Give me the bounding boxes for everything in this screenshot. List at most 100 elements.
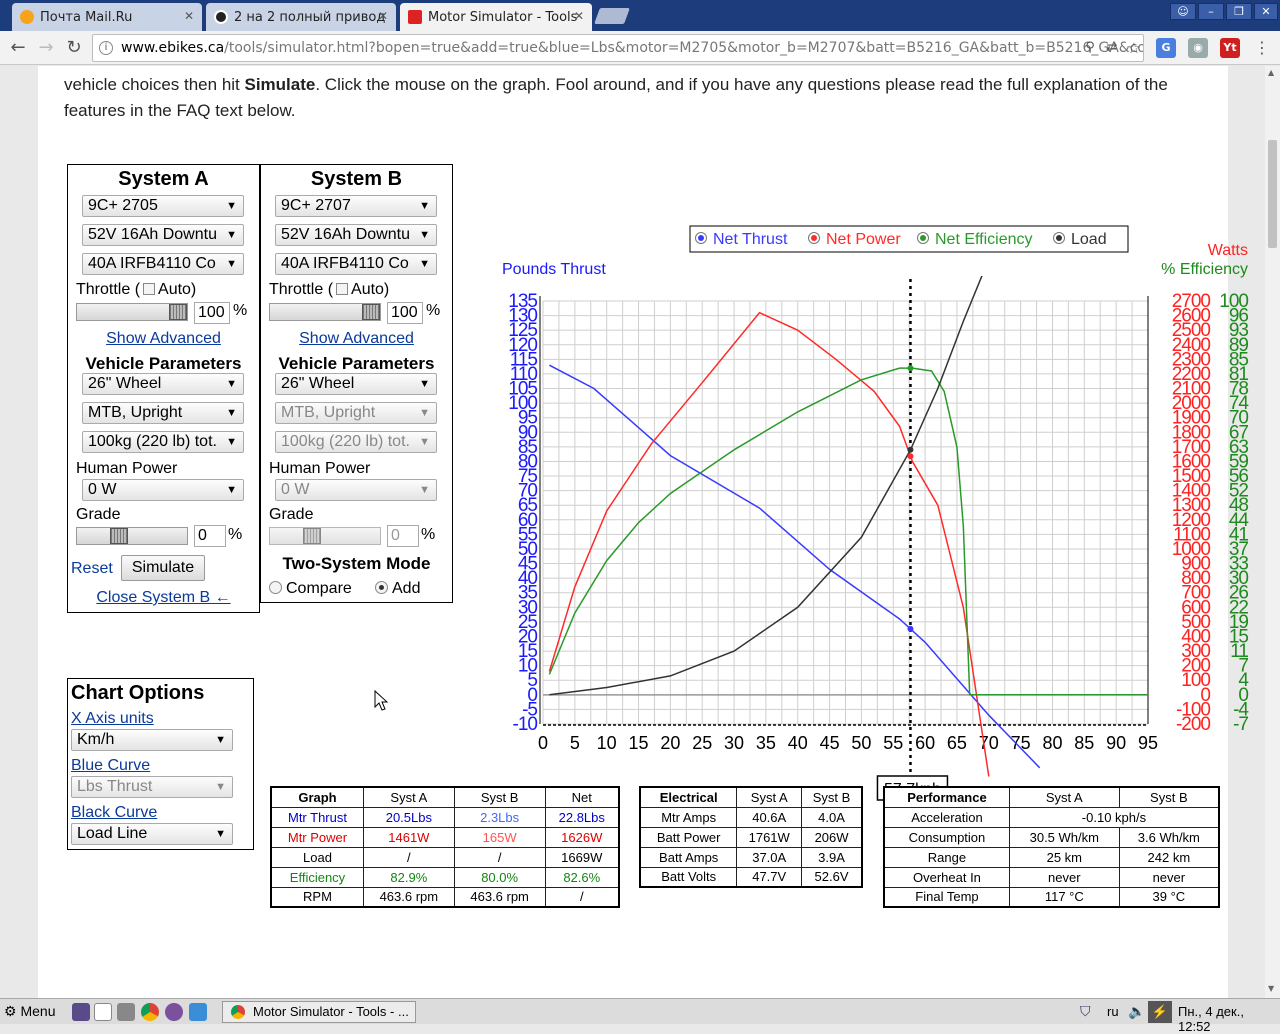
system-a-title: System A [118,168,209,190]
mass-select[interactable]: 100kg (220 lb) tot. [82,431,244,453]
grade-input[interactable]: 0 [194,525,226,547]
table-row: Acceleration -0.10 kph/s [883,806,1220,828]
battery-select[interactable]: 52V 16Ah Downtu [275,224,437,246]
info-icon[interactable]: i [99,41,113,55]
slider-handle[interactable] [169,304,187,320]
minimize-button[interactable]: – [1198,3,1224,20]
youtube-extension-icon[interactable]: Yt [1220,38,1240,58]
maximize-button[interactable]: ❐ [1226,3,1252,20]
camera-icon[interactable] [117,1003,135,1021]
grade-slider[interactable] [76,527,188,545]
human-power-select[interactable]: 0 W [82,479,244,501]
x-tick-label: 55 [883,733,903,753]
page-viewport: vehicle choices then hit Simulate. Click… [0,66,1265,998]
show-advanced-link[interactable]: Show Advanced [68,330,259,348]
syst-b-cell: 80.0% [453,866,546,888]
black-curve-select[interactable]: Load Line [71,823,233,845]
shield-icon[interactable]: ⛉ [1080,1003,1091,1020]
table-cell: 206W [801,826,863,848]
throttle-slider[interactable] [76,303,188,321]
wheel-select[interactable]: 26" Wheel [82,373,244,395]
viber-icon[interactable] [165,1003,183,1021]
app-icon[interactable] [189,1003,207,1021]
table-cell: Batt Volts [639,866,738,888]
extension-icon[interactable]: ◉ [1188,38,1208,58]
forward-icon[interactable]: → [34,36,58,60]
table-cell: never [1008,866,1120,888]
chart-options-panel: Chart Options X Axis units Km/h Blue Cur… [67,678,254,850]
black-curve-label[interactable]: Black Curve [71,804,157,822]
google-translate-icon[interactable]: G [1156,38,1176,58]
throttle-input[interactable]: 100 [387,302,423,324]
controller-select[interactable]: 40A IRFB4110 Co [82,253,244,275]
syst-a-cell: 463.6 rpm [362,886,455,908]
human-power-label: Human Power [76,460,178,477]
x-tick-label: 30 [724,733,744,753]
auto-checkbox[interactable] [336,283,349,295]
x-tick-label: 15 [629,733,649,753]
battery-select[interactable]: 52V 16Ah Downtu [82,224,244,246]
slider-handle[interactable] [110,528,128,544]
vehicle-type-select[interactable]: MTB, Upright [82,402,244,424]
chrome-icon[interactable] [141,1003,159,1021]
radio-button[interactable] [375,581,388,594]
network-icon[interactable]: ⚡ [1148,1001,1172,1023]
file-manager-icon[interactable] [72,1003,90,1021]
table-header: Syst B [1118,786,1220,808]
reload-icon[interactable]: ↻ [62,36,86,60]
tab-mail-ru[interactable]: Почта Mail.Ru ✕ [12,3,202,31]
address-bar[interactable]: i www.ebikes.ca/tools/simulator.html?bop… [92,34,1144,62]
slider-handle[interactable] [362,304,380,320]
row-label: Efficiency [270,866,364,888]
new-tab-button[interactable] [594,8,630,24]
table-cell: Final Temp [883,886,1010,908]
window-close-button[interactable]: ✕ [1254,3,1278,20]
simulator-chart[interactable]: -10-505101520253035404550556065707580859… [498,216,1258,806]
tab-2x2[interactable]: 2 на 2 полный привод ✕ [206,3,396,31]
close-system-b-link[interactable]: Close System B ← [68,589,259,607]
x-tick-label: 20 [660,733,680,753]
profile-icon[interactable]: ☺ [1170,3,1196,20]
compare-radio[interactable]: Compare [269,580,352,598]
controller-select[interactable]: 40A IRFB4110 Co [275,253,437,275]
throttle-input[interactable]: 100 [194,302,230,324]
start-menu-button[interactable]: ⚙ Menu [4,1003,55,1020]
show-advanced-link[interactable]: Show Advanced [261,330,452,348]
scroll-up-icon[interactable]: ▲ [1268,68,1274,77]
scrollbar-thumb[interactable] [1268,140,1277,248]
close-icon[interactable]: ✕ [184,9,194,23]
net-cell: 1626W [544,826,620,848]
table-cell: Consumption [883,826,1010,848]
translate-icon[interactable]: ⇄ [1104,40,1120,56]
motor-select[interactable]: 9C+ 2707 [275,195,437,217]
x-tick-label: 5 [570,733,580,753]
menu-dots-icon[interactable]: ⋮ [1254,40,1270,56]
table-cell: 40.6A [736,806,803,828]
scroll-down-icon[interactable]: ▼ [1268,984,1274,993]
back-icon[interactable]: ← [6,36,30,60]
bookmark-star-icon[interactable]: ☆ [1126,40,1142,56]
close-icon[interactable]: ✕ [574,9,584,23]
throttle-slider[interactable] [269,303,381,321]
x-axis-units-select[interactable]: Km/h [71,729,233,751]
motor-select[interactable]: 9C+ 2705 [82,195,244,217]
wheel-select[interactable]: 26" Wheel [275,373,437,395]
close-icon[interactable]: ✕ [378,9,388,23]
taskbar-window-button[interactable]: Motor Simulator - Tools - ... [222,1001,416,1023]
auto-checkbox[interactable] [143,283,156,295]
blue-curve-label[interactable]: Blue Curve [71,757,150,775]
vertical-scrollbar[interactable]: ▲ ▼ [1265,66,1280,998]
system-b-panel: System B 9C+ 2707 52V 16Ah Downtu 40A IR… [260,164,453,603]
table-cell: 37.0A [736,846,803,868]
radio-button[interactable] [269,581,282,594]
volume-icon[interactable]: 🔈 [1128,1003,1145,1020]
tab-motor-simulator[interactable]: Motor Simulator - Tools ✕ [400,3,592,31]
keyboard-layout[interactable]: ru [1107,1004,1119,1019]
tab-title: 2 на 2 полный привод [234,9,386,25]
x-axis-units-label[interactable]: X Axis units [71,710,154,728]
reset-link[interactable]: Reset [71,560,113,578]
add-radio[interactable]: Add [375,580,420,598]
simulate-button[interactable]: Simulate [121,555,205,581]
text-editor-icon[interactable] [94,1003,112,1021]
zoom-icon[interactable]: ⚲ [1082,40,1098,56]
